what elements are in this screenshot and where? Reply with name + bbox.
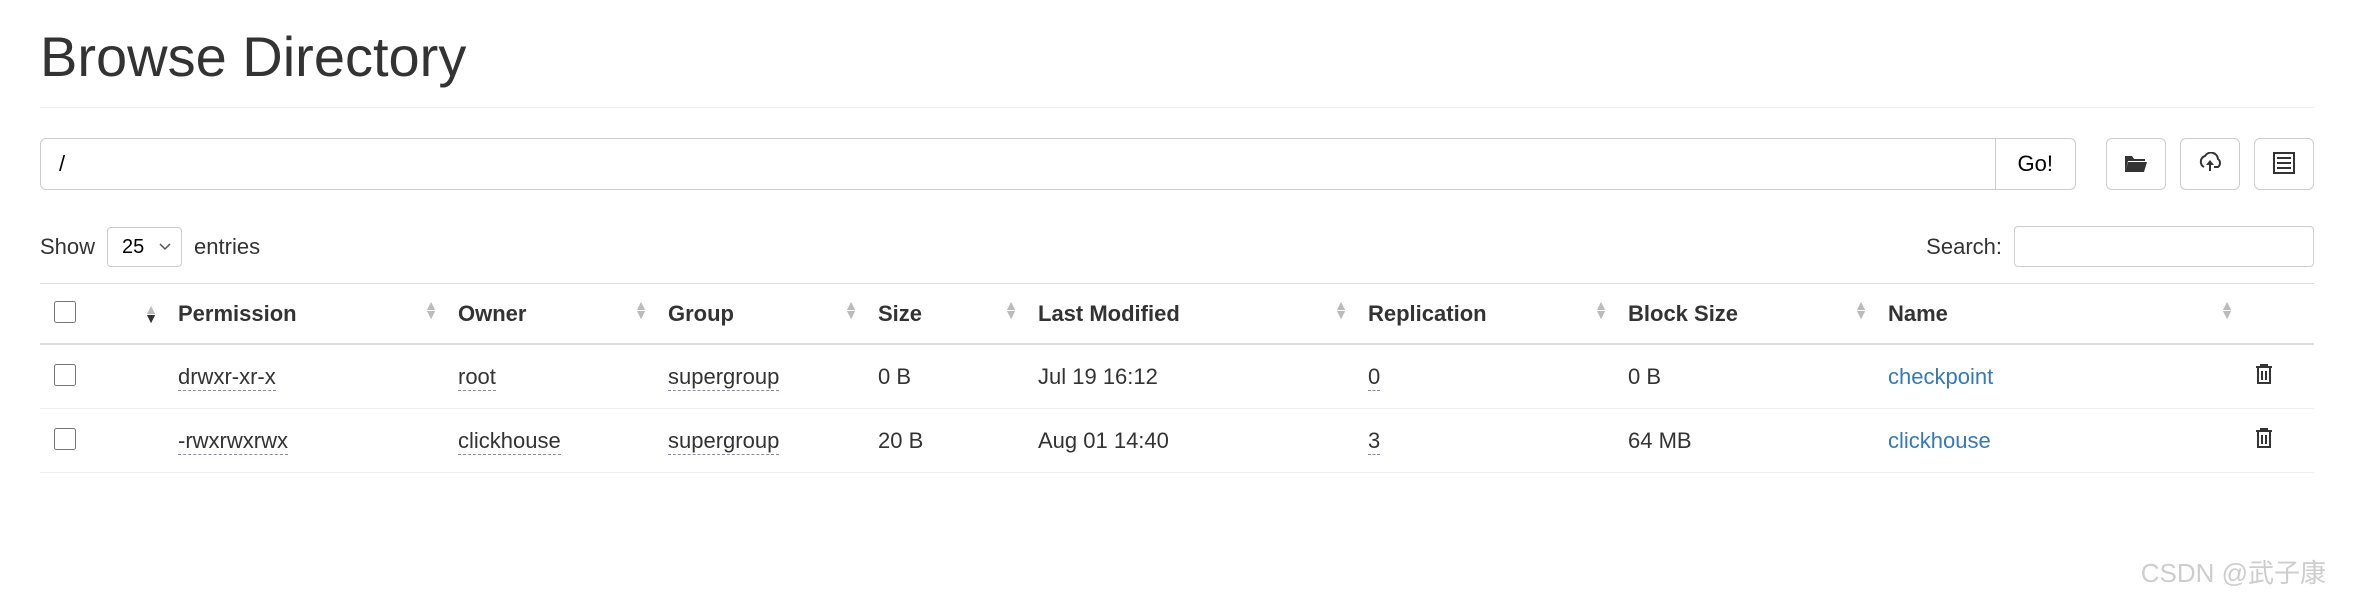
show-entries: Show 25 entries: [40, 227, 260, 267]
cell-replication[interactable]: 0: [1368, 364, 1380, 391]
cell-last-modified: Aug 01 14:40: [1038, 428, 1169, 453]
open-folder-button[interactable]: [2106, 138, 2166, 190]
sort-icon: ▲▼: [144, 305, 158, 323]
go-button[interactable]: Go!: [1995, 138, 2076, 190]
list-icon: [2273, 152, 2295, 177]
table-row: drwxr-xr-x root supergroup 0 B Jul 19 16…: [40, 344, 2314, 409]
sort-icon: ▲▼: [1334, 301, 1348, 319]
cell-name-link[interactable]: checkpoint: [1888, 364, 1993, 389]
col-owner[interactable]: Owner ▲▼: [448, 284, 658, 345]
col-last-modified[interactable]: Last Modified ▲▼: [1028, 284, 1358, 345]
col-block-size-label: Block Size: [1628, 301, 1738, 326]
folder-open-icon: [2123, 152, 2149, 177]
table-row: -rwxrwxrwx clickhouse supergroup 20 B Au…: [40, 409, 2314, 473]
sort-icon: ▲▼: [424, 301, 438, 319]
search-label: Search:: [1926, 234, 2002, 260]
page-title: Browse Directory: [40, 24, 2314, 89]
col-permission[interactable]: Permission ▲▼: [168, 284, 448, 345]
sort-icon: ▲▼: [1004, 301, 1018, 319]
cell-block-size: 0 B: [1628, 364, 1661, 389]
upload-cloud-icon: [2196, 152, 2224, 177]
entries-select[interactable]: 25: [107, 227, 182, 267]
col-permission-label: Permission: [178, 301, 297, 326]
cell-permission[interactable]: drwxr-xr-x: [178, 364, 276, 391]
cell-replication[interactable]: 3: [1368, 428, 1380, 455]
col-owner-label: Owner: [458, 301, 526, 326]
search-input[interactable]: [2014, 226, 2314, 267]
sort-icon: ▲▼: [1854, 301, 1868, 319]
cell-group[interactable]: supergroup: [668, 364, 779, 391]
path-toolbar: Go!: [40, 138, 2314, 190]
col-name[interactable]: Name ▲▼: [1878, 284, 2244, 345]
cell-block-size: 64 MB: [1628, 428, 1692, 453]
divider: [40, 107, 2314, 108]
cell-last-modified: Jul 19 16:12: [1038, 364, 1158, 389]
col-actions: [2244, 284, 2314, 345]
col-group[interactable]: Group ▲▼: [658, 284, 868, 345]
trash-icon: [2254, 430, 2274, 455]
table-controls: Show 25 entries Search:: [40, 226, 2314, 267]
col-replication-label: Replication: [1368, 301, 1487, 326]
sort-icon: ▲▼: [844, 301, 858, 319]
sort-icon: ▲▼: [634, 301, 648, 319]
search-wrap: Search:: [1926, 226, 2314, 267]
cell-owner[interactable]: clickhouse: [458, 428, 561, 455]
cell-size: 20 B: [878, 428, 923, 453]
sort-icon: ▲▼: [2220, 301, 2234, 319]
col-name-label: Name: [1888, 301, 1948, 326]
col-last-modified-label: Last Modified: [1038, 301, 1180, 326]
show-label: Show: [40, 234, 95, 260]
cell-group[interactable]: supergroup: [668, 428, 779, 455]
col-block-size[interactable]: Block Size ▲▼: [1618, 284, 1878, 345]
delete-button[interactable]: [2254, 430, 2274, 455]
toolbar-buttons: [2106, 138, 2314, 190]
col-select-all[interactable]: [40, 284, 112, 345]
watermark: CSDN @武子康: [2141, 553, 2326, 590]
table-header-row: ▲▼ Permission ▲▼ Owner ▲▼ Group ▲▼ Size ▲▼ L…: [40, 284, 2314, 345]
cell-name-link[interactable]: clickhouse: [1888, 428, 1991, 453]
col-group-label: Group: [668, 301, 734, 326]
cell-permission[interactable]: -rwxrwxrwx: [178, 428, 288, 455]
path-input[interactable]: [40, 138, 1995, 190]
list-view-button[interactable]: [2254, 138, 2314, 190]
upload-button[interactable]: [2180, 138, 2240, 190]
row-checkbox[interactable]: [54, 364, 76, 386]
col-replication[interactable]: Replication ▲▼: [1358, 284, 1618, 345]
trash-icon: [2254, 366, 2274, 391]
entries-label: entries: [194, 234, 260, 260]
row-checkbox[interactable]: [54, 428, 76, 450]
col-size-label: Size: [878, 301, 922, 326]
file-table: ▲▼ Permission ▲▼ Owner ▲▼ Group ▲▼ Size ▲▼ L…: [40, 283, 2314, 473]
col-size[interactable]: Size ▲▼: [868, 284, 1028, 345]
col-sort[interactable]: ▲▼: [112, 284, 168, 345]
path-input-group: Go!: [40, 138, 2076, 190]
delete-button[interactable]: [2254, 366, 2274, 391]
select-all-checkbox[interactable]: [54, 301, 76, 323]
sort-icon: ▲▼: [1594, 301, 1608, 319]
cell-owner[interactable]: root: [458, 364, 496, 391]
cell-size: 0 B: [878, 364, 911, 389]
